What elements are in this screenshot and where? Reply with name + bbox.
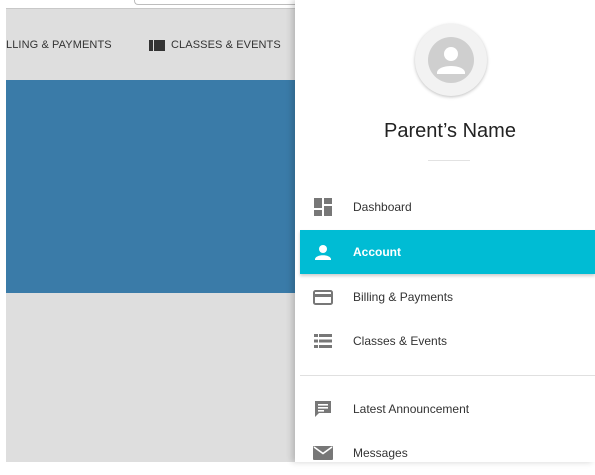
background-page: LLING & PAYMENTS CLASSES & EVENTS xyxy=(6,0,295,462)
nav-billing-label: LLING & PAYMENTS xyxy=(6,39,112,51)
list-icon xyxy=(149,39,165,51)
hero-banner xyxy=(6,80,295,293)
menu-label-account: Account xyxy=(353,245,401,259)
list-icon xyxy=(313,331,333,351)
page-content-area xyxy=(6,293,295,462)
avatar[interactable] xyxy=(415,24,487,96)
navigation-drawer: Parent’s Name Dashboard Account Billing … xyxy=(295,0,595,462)
menu-item-billing-payments[interactable]: Billing & Payments xyxy=(300,275,595,319)
menu-label-announcement: Latest Announcement xyxy=(353,402,470,416)
name-divider xyxy=(428,160,470,161)
menu-label-classes: Classes & Events xyxy=(353,334,448,348)
nav-billing-payments[interactable]: LLING & PAYMENTS xyxy=(6,39,112,51)
nav-classes-label: CLASSES & EVENTS xyxy=(171,39,281,51)
background-nav-bar: LLING & PAYMENTS CLASSES & EVENTS xyxy=(6,9,295,80)
menu-item-account[interactable]: Account xyxy=(300,230,595,274)
browser-top-edge xyxy=(6,0,295,9)
announcement-icon xyxy=(313,399,333,419)
credit-card-icon xyxy=(313,287,333,307)
person-avatar-icon xyxy=(428,37,474,83)
menu-item-latest-announcement[interactable]: Latest Announcement xyxy=(300,387,595,431)
user-name: Parent’s Name xyxy=(384,120,516,142)
menu-item-messages[interactable]: Messages xyxy=(300,431,595,475)
dashboard-icon xyxy=(313,197,333,217)
menu-label-dashboard: Dashboard xyxy=(353,200,412,214)
person-icon xyxy=(313,242,333,262)
nav-classes-events[interactable]: CLASSES & EVENTS xyxy=(149,39,281,51)
menu-divider xyxy=(300,375,595,376)
mail-icon xyxy=(313,443,333,463)
menu-label-billing: Billing & Payments xyxy=(353,290,454,304)
address-bar-edge xyxy=(134,0,295,5)
menu-label-messages: Messages xyxy=(353,446,408,460)
menu-item-dashboard[interactable]: Dashboard xyxy=(300,185,595,229)
menu-item-classes-events[interactable]: Classes & Events xyxy=(300,319,595,363)
